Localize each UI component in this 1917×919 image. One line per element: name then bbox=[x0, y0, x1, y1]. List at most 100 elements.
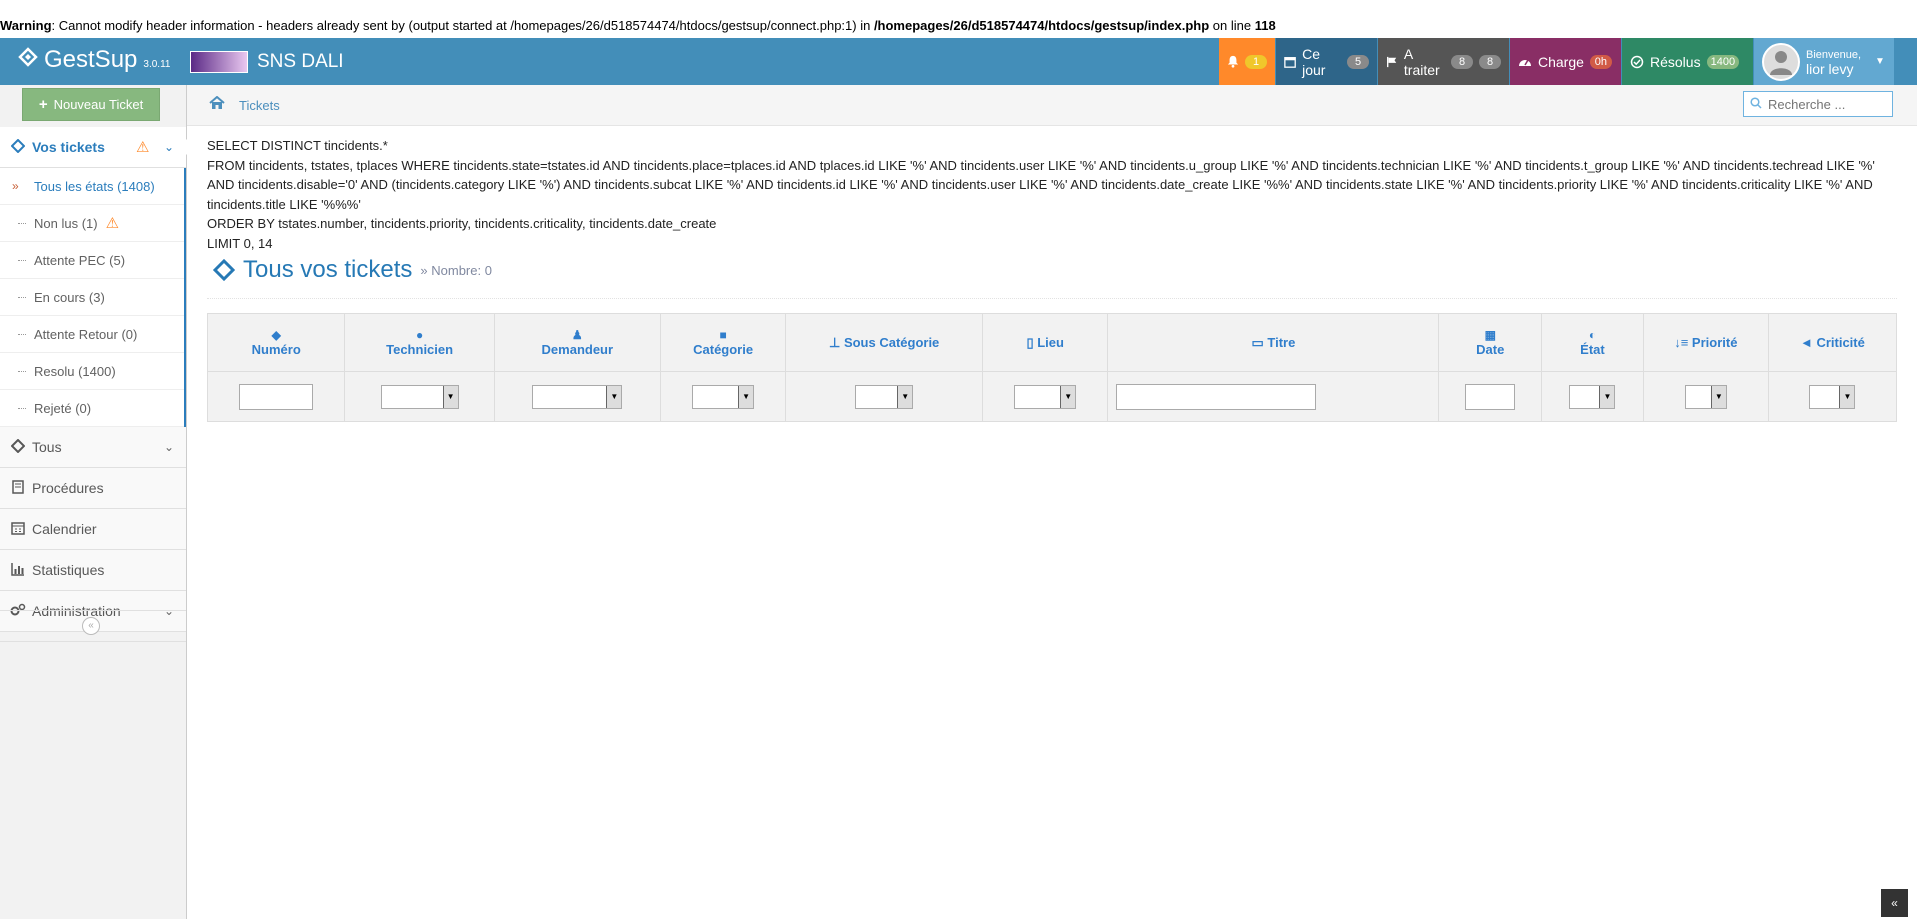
your-tickets-submenu: » Tous les états (1408) Non lus (1) ⚠ At… bbox=[0, 168, 186, 427]
column-header-technician[interactable]: ● Technicien bbox=[344, 313, 495, 372]
ticket-icon bbox=[18, 47, 38, 73]
dropdown-arrow-icon: ▼ bbox=[1710, 385, 1726, 408]
sidebar-subitem-label: Non lus (1) bbox=[34, 215, 98, 231]
column-label: Priorité bbox=[1691, 335, 1738, 350]
search-icon bbox=[1750, 96, 1762, 112]
technician-filter-select[interactable]: ▼ bbox=[380, 384, 459, 409]
state-filter-select[interactable]: ▼ bbox=[1569, 384, 1616, 409]
sidebar-subitem-resolved[interactable]: Resolu (1400) bbox=[0, 353, 184, 390]
filter-cell: ▼ bbox=[981, 371, 1109, 422]
column-label: Catégorie bbox=[693, 342, 754, 357]
sort-amount-icon: ↓≡ bbox=[1674, 335, 1692, 350]
column-header-subcategory[interactable]: ⊥ Sous Catégorie bbox=[785, 313, 983, 372]
workload-label: Charge bbox=[1538, 53, 1584, 70]
ticket-icon bbox=[4, 138, 32, 156]
dashboard-icon bbox=[1519, 59, 1531, 66]
column-header-title[interactable]: ▭ Titre bbox=[1107, 313, 1440, 372]
sidebar-subitem-label: En cours (3) bbox=[34, 289, 105, 305]
double-angle-up-icon: « bbox=[1891, 896, 1898, 910]
today-count: 5 bbox=[1347, 54, 1369, 69]
number-filter-input[interactable] bbox=[239, 383, 314, 410]
brand[interactable]: GestSup 3.0.11 bbox=[18, 46, 170, 74]
sidebar-item-procedures[interactable]: Procédures bbox=[0, 468, 186, 509]
tickets-table: ◆ Numéro ● Technicien ♟ Demandeur ■ Catégori… bbox=[206, 313, 1898, 422]
sidebar-subitem-label: Resolu (1400) bbox=[34, 363, 116, 379]
calendar-icon: ▦ bbox=[1484, 328, 1496, 342]
caret-down-icon: ▼ bbox=[1875, 56, 1885, 67]
today-button[interactable]: Ce jour 5 bbox=[1276, 38, 1377, 85]
search-input[interactable] bbox=[1766, 95, 1890, 113]
dropdown-arrow-icon: ▼ bbox=[897, 385, 913, 408]
sidebar-item-calendar[interactable]: Calendrier bbox=[0, 509, 186, 550]
user-menu[interactable]: Bienvenue, lior levy ▼ bbox=[1754, 38, 1894, 85]
bell-icon bbox=[1227, 55, 1239, 68]
notifications-button[interactable]: 1 bbox=[1219, 38, 1275, 85]
sidebar-subitem-rejected[interactable]: Rejeté (0) bbox=[0, 390, 184, 427]
column-header-priority[interactable]: ↓≡ Priorité bbox=[1642, 313, 1769, 372]
sql-line: LIMIT 0, 14 bbox=[207, 235, 273, 251]
column-label: Numéro bbox=[251, 342, 301, 357]
resolved-button[interactable]: Résolus 1400 bbox=[1622, 38, 1753, 85]
plus-icon: + bbox=[38, 96, 48, 113]
sidebar-subitem-waiting-return[interactable]: Attente Retour (0) bbox=[0, 316, 184, 353]
sql-line: FROM tincidents, tstates, tplaces WHERE … bbox=[207, 157, 1875, 212]
workload-button[interactable]: Charge 0h bbox=[1510, 38, 1621, 85]
warning-line: 118 bbox=[1254, 18, 1276, 33]
column-header-date[interactable]: ▦ Date bbox=[1438, 313, 1543, 372]
sidebar-subitem-all-states[interactable]: » Tous les états (1408) bbox=[0, 168, 184, 205]
search-box[interactable] bbox=[1743, 91, 1893, 117]
sidebar-subitem-in-progress[interactable]: En cours (3) bbox=[0, 279, 184, 316]
new-ticket-button[interactable]: + Nouveau Ticket bbox=[22, 88, 160, 121]
sidebar-subitem-unread[interactable]: Non lus (1) ⚠ bbox=[0, 205, 184, 242]
sidebar: + Nouveau Ticket Vos tickets ⚠ ⌄ » Tous … bbox=[0, 85, 194, 919]
column-label: Criticité bbox=[1816, 335, 1865, 350]
building-icon: ▯ bbox=[1026, 334, 1038, 350]
sidebar-item-label: Procédures bbox=[32, 480, 104, 496]
criticality-filter-select[interactable]: ▼ bbox=[1809, 384, 1856, 409]
sidebar-item-your-tickets[interactable]: Vos tickets ⚠ ⌄ bbox=[0, 127, 194, 168]
column-header-criticality[interactable]: ◄ Criticité bbox=[1767, 313, 1898, 372]
dropdown-arrow-icon: ▼ bbox=[1060, 385, 1076, 408]
column-label: Demandeur bbox=[541, 342, 614, 357]
column-label: Titre bbox=[1267, 334, 1296, 350]
requester-filter-select[interactable]: ▼ bbox=[532, 384, 623, 409]
sidebar-menu: Vos tickets ⚠ ⌄ » Tous les états (1408) … bbox=[0, 127, 194, 632]
date-filter-input[interactable] bbox=[1465, 383, 1516, 410]
scroll-to-top-button[interactable]: « bbox=[1881, 889, 1908, 917]
sitemap-icon: ⊥ bbox=[829, 334, 844, 350]
column-header-number[interactable]: ◆ Numéro bbox=[206, 313, 346, 372]
warning-icon: ⚠ bbox=[136, 139, 150, 156]
user-icon: ● bbox=[415, 328, 424, 342]
collapse-sidebar-icon[interactable]: « bbox=[82, 617, 100, 635]
sidebar-item-all[interactable]: Tous ⌄ bbox=[0, 427, 186, 468]
sidebar-subitem-label: Tous les états (1408) bbox=[34, 178, 155, 194]
today-label: Ce jour bbox=[1302, 45, 1326, 78]
subcategory-filter-select[interactable]: ▼ bbox=[855, 384, 914, 409]
sidebar-item-statistics[interactable]: Statistiques bbox=[0, 550, 186, 591]
title-filter-input[interactable] bbox=[1116, 383, 1317, 410]
filter-cell bbox=[1107, 371, 1440, 422]
sidebar-subitem-label: Attente Retour (0) bbox=[34, 326, 138, 342]
home-icon[interactable] bbox=[209, 95, 225, 114]
breadcrumb-tickets[interactable]: Tickets bbox=[239, 98, 280, 113]
new-ticket-label: Nouveau Ticket bbox=[53, 97, 144, 112]
workload-value: 0h bbox=[1589, 54, 1612, 69]
divider bbox=[207, 298, 1897, 299]
dropdown-arrow-icon: ▼ bbox=[1599, 385, 1615, 408]
column-header-state[interactable]: ◐ État bbox=[1541, 313, 1644, 372]
location-filter-select[interactable]: ▼ bbox=[1014, 384, 1077, 409]
user-text: Bienvenue, lior levy bbox=[1806, 48, 1861, 76]
dropdown-arrow-icon: ▼ bbox=[738, 385, 754, 408]
column-header-category[interactable]: ■ Catégorie bbox=[659, 313, 787, 372]
resolved-count: 1400 bbox=[1706, 54, 1740, 69]
category-filter-select[interactable]: ▼ bbox=[692, 384, 755, 409]
to-process-button[interactable]: A traiter 8 8 bbox=[1378, 38, 1509, 85]
column-header-requester[interactable]: ♟ Demandeur bbox=[493, 313, 661, 372]
priority-filter-select[interactable]: ▼ bbox=[1684, 384, 1727, 409]
filter-cell: ▼ bbox=[344, 371, 495, 422]
sidebar-subitem-waiting-pec[interactable]: Attente PEC (5) bbox=[0, 242, 184, 279]
tag-icon: ◆ bbox=[271, 328, 281, 342]
column-header-location[interactable]: ▯ Lieu bbox=[981, 313, 1109, 372]
flag-icon bbox=[1387, 56, 1397, 67]
top-navbar: GestSup 3.0.11 SNS DALI 1 Ce jour 5 A tr… bbox=[0, 38, 1917, 85]
